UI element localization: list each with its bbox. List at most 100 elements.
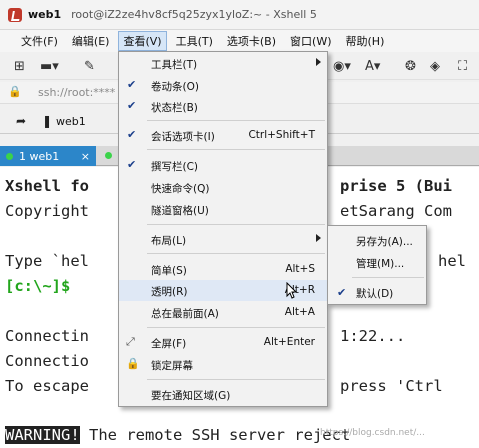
menu-help[interactable]: 帮助(H) xyxy=(341,31,390,51)
menu-item-label: 透明(R) xyxy=(151,286,188,298)
window-app-name: web1 xyxy=(28,8,62,21)
pencil-icon[interactable]: ✎ xyxy=(84,59,95,75)
submenu-item-default[interactable]: ✔ 默认(D) xyxy=(328,282,426,303)
menu-file[interactable]: 文件(F) xyxy=(16,31,63,51)
menu-view[interactable]: 查看(V) xyxy=(118,31,167,51)
menu-item-label: 卷动条(O) xyxy=(151,81,199,93)
menu-item-layout[interactable]: 布局(L) xyxy=(119,229,327,250)
session-link[interactable]: web1 xyxy=(56,115,86,128)
open-folder-icon[interactable]: ▬▾ xyxy=(40,59,59,75)
compose-icon[interactable]: ◈ xyxy=(430,59,440,75)
menu-item-label: 快速命令(Q) xyxy=(151,183,210,195)
terminal-line-fragment: prise 5 (Bui xyxy=(340,177,452,195)
terminal-line: To escape xyxy=(5,377,89,395)
menu-item-lock-screen[interactable]: 🔒 锁定屏幕 xyxy=(119,354,327,375)
menu-item-simple[interactable]: 简单(S) Alt+S xyxy=(119,259,327,280)
menu-item-shortcut: Alt+Enter xyxy=(263,336,315,348)
lock-icon: 🔒 xyxy=(126,357,140,370)
address-text[interactable]: ssh://root:**** xyxy=(38,86,115,99)
menu-separator xyxy=(147,149,325,150)
tab-web1[interactable]: 1 web1 × xyxy=(0,146,96,166)
menu-item-toolbar[interactable]: 工具栏(T) xyxy=(119,53,327,74)
submenu-item-label: 管理(M)... xyxy=(356,258,405,270)
tab-label: 1 web1 xyxy=(19,149,60,163)
submenu-item-label: 另存为(A)... xyxy=(356,236,413,248)
fullscreen-icon: ⤢ xyxy=(126,335,135,348)
menu-edit[interactable]: 编辑(E) xyxy=(67,31,115,51)
terminal-prompt: [c:\~]$ xyxy=(5,277,71,295)
lock-address-icon: 🔒 xyxy=(8,85,22,98)
terminal-line-fragment: etSarang Com xyxy=(340,202,452,220)
menu-tools[interactable]: 工具(T) xyxy=(171,31,218,51)
new-session-icon[interactable]: ⊞ xyxy=(14,59,25,75)
window-title: root@iZ2ze4hv8cf5q25zyx1yloZ:~ - Xshell … xyxy=(71,8,317,21)
check-icon: ✔ xyxy=(127,99,137,112)
submenu-separator xyxy=(352,277,424,278)
submenu-arrow-icon xyxy=(316,58,321,66)
menu-item-label: 工具栏(T) xyxy=(151,59,198,71)
new-tab-dot-icon[interactable] xyxy=(105,152,112,159)
terminal-line-fragment: press 'Ctrl xyxy=(340,377,443,395)
xshell-window: web1 root@iZ2ze4hv8cf5q25zyx1yloZ:~ - Xs… xyxy=(0,0,479,448)
menu-item-scrollbar[interactable]: ✔ 卷动条(O) xyxy=(119,75,327,96)
menu-item-label: 锁定屏幕 xyxy=(151,360,193,372)
fullscreen-toolbar-icon[interactable]: ⛶ xyxy=(458,59,467,75)
check-icon: ✔ xyxy=(127,158,137,171)
xftp-icon[interactable]: ❂ xyxy=(405,59,416,75)
menu-item-session-tabs[interactable]: ✔ 会话选项卡(I) Ctrl+Shift+T xyxy=(119,125,327,146)
menu-item-label: 撰写栏(C) xyxy=(151,161,199,173)
submenu-item-save-as[interactable]: 另存为(A)... xyxy=(328,230,426,251)
menu-item-label: 简单(S) xyxy=(151,265,187,277)
menu-item-shortcut: Ctrl+Shift+T xyxy=(248,129,315,141)
terminal-line: Connectio xyxy=(5,352,89,370)
menu-item-quick-commands[interactable]: 快速命令(Q) xyxy=(119,177,327,198)
view-menu-dropdown: 工具栏(T) ✔ 卷动条(O) ✔ 状态栏(B) ✔ 会话选项卡(I) Ctrl… xyxy=(118,51,328,407)
mouse-cursor-icon xyxy=(286,282,298,299)
terminal-line: Copyright xyxy=(5,202,89,220)
session-manager-icon[interactable]: ➦ xyxy=(16,114,26,128)
terminal-line: Xshell fo xyxy=(5,177,89,195)
menu-separator xyxy=(147,120,325,121)
menu-separator xyxy=(147,379,325,380)
submenu-item-manage[interactable]: 管理(M)... xyxy=(328,252,426,273)
menu-item-tunnel-pane[interactable]: 隧道窗格(U) xyxy=(119,199,327,220)
terminal-line: Type `hel xyxy=(5,252,89,270)
menu-item-shortcut: Alt+A xyxy=(284,306,315,318)
title-bar: web1 root@iZ2ze4hv8cf5q25zyx1yloZ:~ - Xs… xyxy=(0,0,479,30)
transparency-submenu: 另存为(A)... 管理(M)... ✔ 默认(D) xyxy=(327,225,427,305)
font-icon[interactable]: A▾ xyxy=(365,59,380,75)
terminal-line: Connectin xyxy=(5,327,89,345)
menu-separator xyxy=(147,224,325,225)
submenu-arrow-icon xyxy=(316,234,321,242)
terminal-line-fragment: hel xyxy=(438,252,466,270)
terminal-warning-line: WARNING! The remote SSH server reject xyxy=(5,426,350,444)
submenu-item-label: 默认(D) xyxy=(356,288,394,300)
menu-item-label: 状态栏(B) xyxy=(151,102,198,114)
menu-item-label: 布局(L) xyxy=(151,235,187,247)
menu-separator xyxy=(147,253,325,254)
menu-item-label: 要在通知区域(G) xyxy=(151,390,231,402)
menu-item-compose-bar[interactable]: ✔ 撰写栏(C) xyxy=(119,155,327,176)
menu-item-notification-area[interactable]: 要在通知区域(G) xyxy=(119,384,327,405)
menu-item-always-on-top[interactable]: 总在最前面(A) Alt+A xyxy=(119,302,327,323)
menu-tabs[interactable]: 选项卡(B) xyxy=(222,31,281,51)
bookmark-icon[interactable]: ❚ xyxy=(42,114,52,128)
check-icon: ✔ xyxy=(337,286,347,299)
warning-label: WARNING! xyxy=(5,426,80,444)
terminal-line-fragment: 1:22... xyxy=(340,327,406,345)
menu-item-shortcut: Alt+S xyxy=(285,263,315,275)
check-icon: ✔ xyxy=(127,78,137,91)
menu-item-label: 总在最前面(A) xyxy=(151,308,219,320)
menu-item-statusbar[interactable]: ✔ 状态栏(B) xyxy=(119,96,327,117)
menu-window[interactable]: 窗口(W) xyxy=(285,31,336,51)
warning-text: The remote SSH server reject xyxy=(79,426,351,444)
menu-item-label: 会话选项卡(I) xyxy=(151,131,215,143)
menu-item-label: 隧道窗格(U) xyxy=(151,205,209,217)
connected-dot-icon xyxy=(6,152,13,160)
menu-item-fullscreen[interactable]: ⤢ 全屏(F) Alt+Enter xyxy=(119,332,327,353)
menu-separator xyxy=(147,327,325,328)
menu-item-label: 全屏(F) xyxy=(151,338,187,350)
globe-icon[interactable]: ◉▾ xyxy=(333,59,351,75)
tab-close-icon[interactable]: × xyxy=(81,150,90,163)
check-icon: ✔ xyxy=(127,128,137,141)
